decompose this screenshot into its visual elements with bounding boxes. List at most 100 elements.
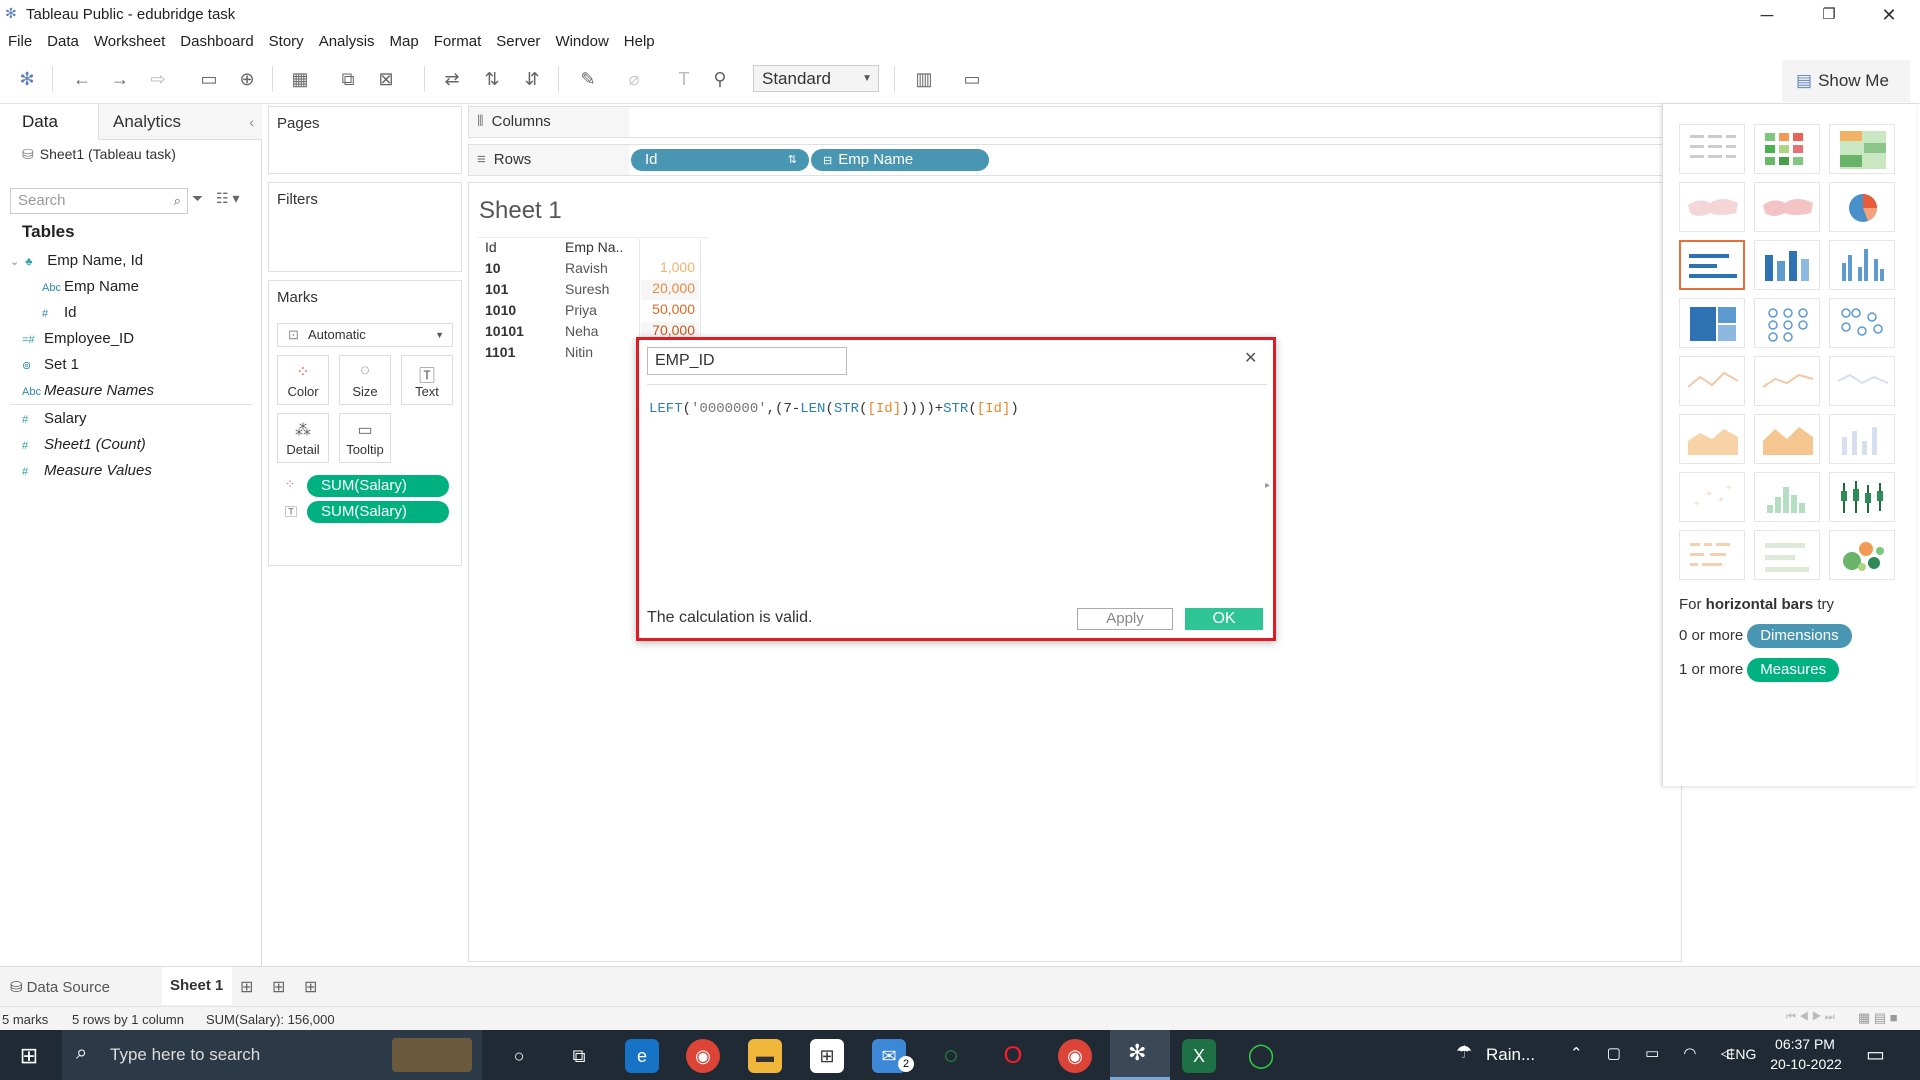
dialog-close-icon[interactable]: ✕ (1244, 348, 1257, 368)
row-value[interactable]: 1,000 (641, 259, 699, 279)
chart-treemap[interactable] (1679, 298, 1745, 348)
chart-horizontal-bars[interactable] (1679, 240, 1745, 290)
chrome-icon[interactable]: ◉ (686, 1039, 720, 1073)
chart-histogram[interactable] (1754, 472, 1820, 522)
fit-select[interactable]: Standard ▼ (753, 65, 879, 92)
sort-ascending-icon[interactable]: ⇅ (480, 68, 504, 90)
chart-text-table[interactable] (1679, 124, 1745, 174)
pin-icon[interactable]: ⚲ (708, 68, 732, 90)
group-icon[interactable]: ⌀ (622, 68, 646, 90)
sort-descending-icon[interactable]: ⇵ (520, 68, 544, 90)
chart-dual-combination[interactable] (1829, 414, 1895, 464)
detail-button[interactable]: ⁂ Detail (277, 413, 329, 463)
new-story-icon[interactable]: ⊞ (304, 977, 317, 997)
chart-area-continuous[interactable] (1679, 414, 1745, 464)
tab-data-source[interactable]: ⛁ Data Source (10, 978, 110, 996)
chart-box-whisker[interactable] (1829, 472, 1895, 522)
clock-time[interactable]: 06:37 PM (1774, 1036, 1836, 1052)
menu-file[interactable]: File (8, 33, 32, 50)
tray-icons[interactable]: ⌃ ▢ ▭ ◠ ◁ (1570, 1044, 1742, 1062)
column-header-emp-name[interactable]: Emp Na.. (565, 239, 623, 255)
apply-button[interactable]: Apply (1077, 608, 1173, 630)
field-measure-names[interactable]: Abc Measure Names (22, 382, 154, 399)
duplicate-sheet-icon[interactable]: ⧉ (336, 68, 360, 90)
windows-start-icon[interactable]: ⊞ (12, 1039, 46, 1073)
field-employee-id[interactable]: =# Employee_ID (22, 330, 134, 347)
calculation-name-input[interactable]: EMP_ID (647, 347, 847, 375)
store-icon[interactable]: ⊞ (810, 1039, 844, 1073)
field-emp-name[interactable]: Abc Emp Name (42, 278, 139, 295)
close-button[interactable]: ✕ (1866, 2, 1912, 28)
chart-heat-map[interactable] (1754, 124, 1820, 174)
tableau-home-icon[interactable]: ✻ (15, 68, 39, 90)
presentation-icon[interactable]: ▭ (960, 68, 984, 90)
datasource-row[interactable]: ⛁ Sheet1 (Tableau task) (22, 146, 176, 163)
minimize-button[interactable]: ─ (1744, 2, 1790, 28)
task-view-icon[interactable]: ⧉ (562, 1039, 596, 1073)
swap-icon[interactable]: ⇄ (440, 68, 464, 90)
menu-help[interactable]: Help (624, 33, 655, 50)
sum-salary-text-pill[interactable]: SUM(Salary) (307, 501, 449, 523)
chart-gantt[interactable] (1679, 530, 1745, 580)
cortana-icon[interactable]: ○ (502, 1039, 536, 1073)
field-measure-values[interactable]: # Measure Values (22, 462, 152, 479)
highlight-icon[interactable]: ✎ (576, 68, 600, 90)
chart-lines-discrete[interactable] (1754, 356, 1820, 406)
field-sheet1-count[interactable]: # Sheet1 (Count) (22, 436, 146, 453)
tableau-taskbar-button[interactable]: ✻ (1110, 1030, 1170, 1080)
view-mode-icons[interactable]: ▦ ▤ ■ (1858, 1010, 1898, 1026)
chart-filled-map[interactable] (1754, 182, 1820, 232)
chart-scatter-plot[interactable]: + + + + (1679, 472, 1745, 522)
size-button[interactable]: ◌ Size (339, 355, 391, 405)
chart-stacked-bars[interactable] (1754, 240, 1820, 290)
field-search-input[interactable]: Search ⌕ (10, 188, 188, 214)
chart-highlight-table[interactable] (1829, 124, 1895, 174)
id-row-pill[interactable]: Id ⇅ (631, 149, 809, 171)
menu-analysis[interactable]: Analysis (319, 33, 375, 50)
filters-shelf[interactable]: Filters (268, 182, 462, 272)
undo-icon[interactable]: ← (70, 68, 94, 90)
menu-format[interactable]: Format (434, 33, 482, 50)
show-cards-icon[interactable]: ▥ (912, 68, 936, 90)
restore-button[interactable]: ❐ (1806, 2, 1852, 28)
collapse-icon[interactable]: ‹ (249, 104, 254, 140)
chart-symbol-map[interactable] (1679, 182, 1745, 232)
save-icon[interactable]: ▭ (197, 68, 221, 90)
view-options-icon[interactable]: ☷ ▾ (216, 190, 239, 207)
menu-server[interactable]: Server (496, 33, 540, 50)
rows-shelf[interactable]: ≡ Rows Id ⇅ ⊟ Emp Name (468, 144, 1682, 176)
sum-salary-color-pill[interactable]: SUM(Salary) (307, 475, 449, 497)
language-indicator[interactable]: ENG (1726, 1046, 1756, 1062)
chart-side-by-side-bars[interactable] (1829, 240, 1895, 290)
ok-button[interactable]: OK (1185, 608, 1263, 630)
filter-icon[interactable]: ⏷ (192, 190, 203, 207)
expand-panel-icon[interactable]: ▸ (1265, 480, 1270, 491)
emp-name-row-pill[interactable]: ⊟ Emp Name (811, 149, 989, 171)
menu-dashboard[interactable]: Dashboard (180, 33, 253, 50)
menu-story[interactable]: Story (269, 33, 304, 50)
tab-sheet1[interactable]: Sheet 1 (162, 967, 232, 1005)
menu-window[interactable]: Window (555, 33, 608, 50)
new-worksheet-icon[interactable]: ⊞ (240, 977, 253, 997)
edge-icon[interactable]: e (625, 1039, 659, 1073)
chart-dual-lines[interactable] (1829, 356, 1895, 406)
row-value[interactable]: 20,000 (641, 280, 699, 300)
new-worksheet-icon[interactable]: ▦ (288, 68, 312, 90)
columns-shelf[interactable]: ⦀ Columns (468, 106, 1682, 138)
app-ring-icon[interactable]: ◯ (1244, 1039, 1278, 1073)
chart-packed-bubbles[interactable] (1829, 530, 1895, 580)
field-id[interactable]: # Id (42, 304, 77, 321)
new-datasource-icon[interactable]: ⊕ (235, 68, 259, 90)
clear-sheet-icon[interactable]: ⊠ (374, 68, 398, 90)
replay-icon[interactable]: ⇨ (146, 68, 170, 90)
tab-data[interactable]: Data (0, 104, 98, 140)
chart-lines-continuous[interactable] (1679, 356, 1745, 406)
tab-analytics[interactable]: Analytics ‹ (98, 104, 262, 140)
row-value[interactable]: 70,000 (641, 322, 699, 338)
formula-editor[interactable]: LEFT('0000000',(7-LEN(STR([Id]))))+STR([… (649, 401, 1019, 417)
chart-side-by-side-circles[interactable] (1829, 298, 1895, 348)
menu-map[interactable]: Map (390, 33, 419, 50)
text-button[interactable]: 🅃 Text (401, 355, 453, 405)
chrome-icon[interactable]: ◉ (1058, 1039, 1092, 1073)
pager-icons[interactable]: ⏮ ◀ ▶ ⏭ (1786, 1011, 1835, 1024)
